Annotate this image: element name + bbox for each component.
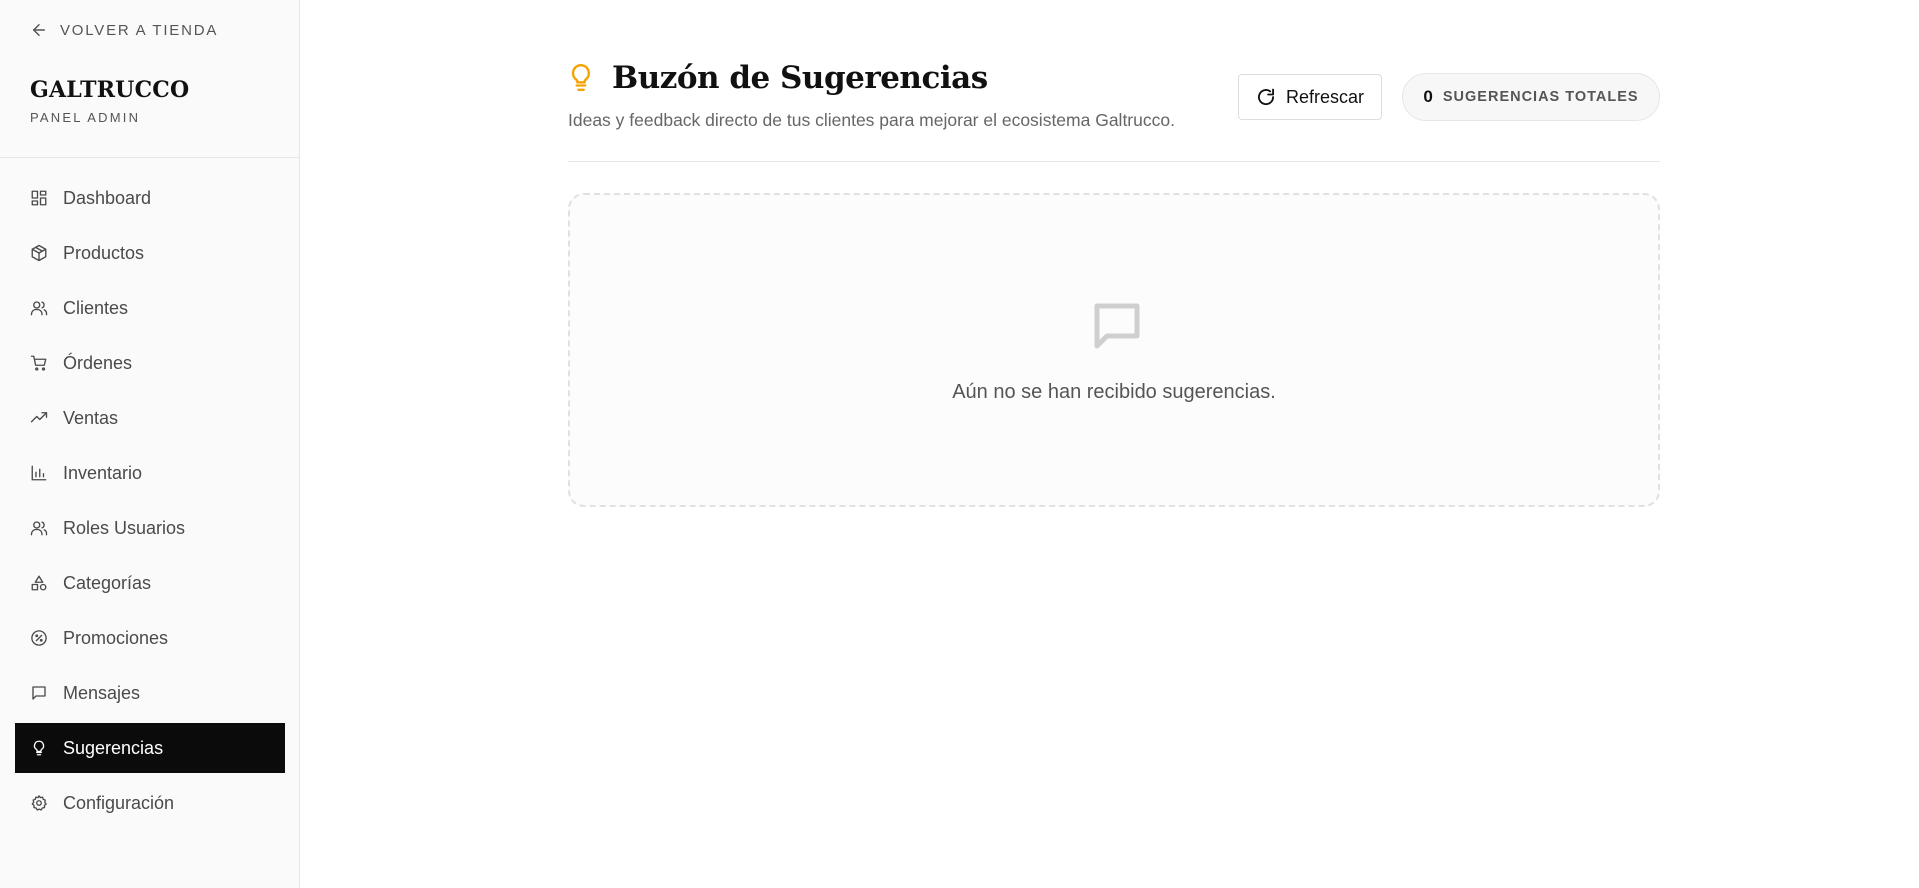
sidebar-item-categorias[interactable]: Categorías <box>15 558 285 608</box>
sidebar-item-mensajes[interactable]: Mensajes <box>15 668 285 718</box>
sidebar-item-clientes[interactable]: Clientes <box>15 283 285 333</box>
refresh-button-label: Refrescar <box>1285 86 1365 107</box>
message-icon <box>1094 303 1140 349</box>
empty-state-message: Aún no se han recibido sugerencias. <box>952 381 1276 403</box>
back-to-store-link[interactable]: VOLVER A TIENDA <box>30 21 218 39</box>
sidebar-item-ventas[interactable]: Ventas <box>15 393 285 443</box>
page-header: Buzón de Sugerencias Ideas y feedback di… <box>568 60 1660 162</box>
sidebar-item-label: Mensajes <box>63 682 141 703</box>
shapes-icon <box>31 575 47 591</box>
dashboard-icon <box>31 190 47 206</box>
suggestions-count-badge: 0 SUGERENCIAS TOTALES <box>1402 73 1660 121</box>
sidebar-item-productos[interactable]: Productos <box>15 228 285 278</box>
brand-name: GALTRUCCO <box>30 77 190 103</box>
cart-icon <box>30 355 47 371</box>
package-icon <box>31 244 47 262</box>
brand-subtitle: PANEL ADMIN <box>30 110 141 125</box>
suggestions-count: 0 <box>1423 87 1433 106</box>
sidebar-item-roles-usuarios[interactable]: Roles Usuarios <box>15 503 285 553</box>
sidebar-item-label: Roles Usuarios <box>63 517 186 538</box>
sidebar-item-ordenes[interactable]: Órdenes <box>15 338 285 388</box>
message-icon <box>32 686 46 700</box>
empty-state-card: Aún no se han recibido sugerencias. <box>568 193 1660 507</box>
percent-badge-icon <box>31 630 47 646</box>
sidebar-item-inventario[interactable]: Inventario <box>15 448 285 498</box>
sidebar-item-label: Categorías <box>63 572 152 593</box>
header-divider <box>568 161 1660 162</box>
sidebar-item-promociones[interactable]: Promociones <box>15 613 285 663</box>
sidebar-item-label: Sugerencias <box>63 737 164 758</box>
sidebar-item-label: Promociones <box>63 627 169 648</box>
page-subtitle: Ideas y feedback directo de tus clientes… <box>568 110 1175 130</box>
bar-chart-icon <box>31 465 47 481</box>
refresh-icon <box>1258 88 1274 106</box>
users-icon <box>30 301 48 316</box>
sidebar-item-dashboard[interactable]: Dashboard <box>15 173 285 223</box>
sidebar: VOLVER A TIENDA GALTRUCCO PANEL ADMIN Da… <box>0 0 300 888</box>
gear-icon <box>31 795 47 811</box>
brand: GALTRUCCO PANEL ADMIN <box>30 77 189 125</box>
sidebar-item-label: Inventario <box>63 462 143 483</box>
suggestions-count-label: SUGERENCIAS TOTALES <box>1442 89 1639 105</box>
sidebar-divider <box>0 157 299 158</box>
sidebar-item-label: Órdenes <box>63 352 133 373</box>
lightbulb-icon <box>571 63 591 91</box>
trending-up-icon <box>30 412 48 423</box>
sidebar-item-label: Configuración <box>63 792 175 813</box>
lightbulb-icon <box>33 740 45 756</box>
sidebar-item-label: Clientes <box>63 297 129 318</box>
refresh-button[interactable]: Refrescar <box>1238 74 1382 120</box>
sidebar-item-sugerencias[interactable]: Sugerencias <box>15 723 285 773</box>
users-icon <box>30 521 48 536</box>
sidebar-item-label: Productos <box>63 242 145 263</box>
sidebar-item-configuracion[interactable]: Configuración <box>15 778 285 828</box>
sidebar-nav: Dashboard Productos Clientes Órdenes Ven… <box>15 173 285 833</box>
page-title: Buzón de Sugerencias <box>612 60 988 96</box>
title-row: Buzón de Sugerencias <box>568 60 988 96</box>
sidebar-item-label: Ventas <box>63 407 119 428</box>
arrow-left-icon <box>33 24 45 36</box>
back-link-label: VOLVER A TIENDA <box>60 21 219 39</box>
sidebar-item-label: Dashboard <box>63 187 152 208</box>
